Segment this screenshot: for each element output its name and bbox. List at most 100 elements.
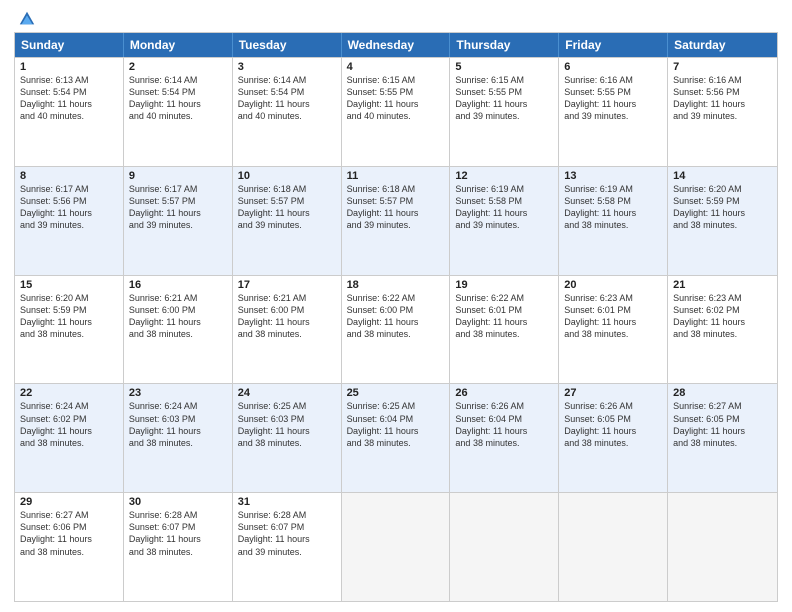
calendar-row: 15Sunrise: 6:20 AM Sunset: 5:59 PM Dayli… <box>15 275 777 384</box>
day-number: 21 <box>673 279 772 291</box>
day-info: Sunrise: 6:20 AM Sunset: 5:59 PM Dayligh… <box>20 292 118 341</box>
calendar-row: 1Sunrise: 6:13 AM Sunset: 5:54 PM Daylig… <box>15 57 777 166</box>
day-info: Sunrise: 6:14 AM Sunset: 5:54 PM Dayligh… <box>129 74 227 123</box>
logo <box>14 10 36 24</box>
day-number: 23 <box>129 387 227 399</box>
day-info: Sunrise: 6:16 AM Sunset: 5:56 PM Dayligh… <box>673 74 772 123</box>
logo-icon <box>18 10 36 28</box>
calendar-cell: 19Sunrise: 6:22 AM Sunset: 6:01 PM Dayli… <box>450 276 559 384</box>
day-number: 2 <box>129 61 227 73</box>
day-info: Sunrise: 6:19 AM Sunset: 5:58 PM Dayligh… <box>455 183 553 232</box>
calendar-cell: 22Sunrise: 6:24 AM Sunset: 6:02 PM Dayli… <box>15 384 124 492</box>
header-day-sunday: Sunday <box>15 33 124 57</box>
calendar-cell-empty <box>342 493 451 601</box>
header-day-thursday: Thursday <box>450 33 559 57</box>
day-info: Sunrise: 6:27 AM Sunset: 6:06 PM Dayligh… <box>20 509 118 558</box>
calendar-cell: 31Sunrise: 6:28 AM Sunset: 6:07 PM Dayli… <box>233 493 342 601</box>
day-number: 8 <box>20 170 118 182</box>
day-info: Sunrise: 6:24 AM Sunset: 6:02 PM Dayligh… <box>20 400 118 449</box>
day-number: 4 <box>347 61 445 73</box>
day-info: Sunrise: 6:26 AM Sunset: 6:05 PM Dayligh… <box>564 400 662 449</box>
calendar-cell: 21Sunrise: 6:23 AM Sunset: 6:02 PM Dayli… <box>668 276 777 384</box>
day-info: Sunrise: 6:14 AM Sunset: 5:54 PM Dayligh… <box>238 74 336 123</box>
calendar-cell: 23Sunrise: 6:24 AM Sunset: 6:03 PM Dayli… <box>124 384 233 492</box>
day-number: 14 <box>673 170 772 182</box>
calendar-cell: 15Sunrise: 6:20 AM Sunset: 5:59 PM Dayli… <box>15 276 124 384</box>
day-number: 9 <box>129 170 227 182</box>
day-info: Sunrise: 6:19 AM Sunset: 5:58 PM Dayligh… <box>564 183 662 232</box>
calendar-cell: 28Sunrise: 6:27 AM Sunset: 6:05 PM Dayli… <box>668 384 777 492</box>
day-number: 26 <box>455 387 553 399</box>
header-day-saturday: Saturday <box>668 33 777 57</box>
day-info: Sunrise: 6:17 AM Sunset: 5:57 PM Dayligh… <box>129 183 227 232</box>
day-number: 17 <box>238 279 336 291</box>
calendar-cell: 6Sunrise: 6:16 AM Sunset: 5:55 PM Daylig… <box>559 58 668 166</box>
calendar-cell: 27Sunrise: 6:26 AM Sunset: 6:05 PM Dayli… <box>559 384 668 492</box>
day-number: 29 <box>20 496 118 508</box>
day-info: Sunrise: 6:15 AM Sunset: 5:55 PM Dayligh… <box>347 74 445 123</box>
calendar: SundayMondayTuesdayWednesdayThursdayFrid… <box>14 32 778 602</box>
calendar-cell: 17Sunrise: 6:21 AM Sunset: 6:00 PM Dayli… <box>233 276 342 384</box>
day-info: Sunrise: 6:27 AM Sunset: 6:05 PM Dayligh… <box>673 400 772 449</box>
day-number: 13 <box>564 170 662 182</box>
calendar-cell: 18Sunrise: 6:22 AM Sunset: 6:00 PM Dayli… <box>342 276 451 384</box>
day-number: 1 <box>20 61 118 73</box>
header-day-wednesday: Wednesday <box>342 33 451 57</box>
day-info: Sunrise: 6:28 AM Sunset: 6:07 PM Dayligh… <box>129 509 227 558</box>
calendar-row: 29Sunrise: 6:27 AM Sunset: 6:06 PM Dayli… <box>15 492 777 601</box>
day-number: 3 <box>238 61 336 73</box>
calendar-cell: 1Sunrise: 6:13 AM Sunset: 5:54 PM Daylig… <box>15 58 124 166</box>
calendar-cell: 30Sunrise: 6:28 AM Sunset: 6:07 PM Dayli… <box>124 493 233 601</box>
calendar-cell: 10Sunrise: 6:18 AM Sunset: 5:57 PM Dayli… <box>233 167 342 275</box>
day-info: Sunrise: 6:23 AM Sunset: 6:02 PM Dayligh… <box>673 292 772 341</box>
calendar-cell: 7Sunrise: 6:16 AM Sunset: 5:56 PM Daylig… <box>668 58 777 166</box>
day-info: Sunrise: 6:22 AM Sunset: 6:00 PM Dayligh… <box>347 292 445 341</box>
day-info: Sunrise: 6:23 AM Sunset: 6:01 PM Dayligh… <box>564 292 662 341</box>
calendar-cell: 16Sunrise: 6:21 AM Sunset: 6:00 PM Dayli… <box>124 276 233 384</box>
day-number: 30 <box>129 496 227 508</box>
day-info: Sunrise: 6:13 AM Sunset: 5:54 PM Dayligh… <box>20 74 118 123</box>
header-day-monday: Monday <box>124 33 233 57</box>
calendar-cell: 12Sunrise: 6:19 AM Sunset: 5:58 PM Dayli… <box>450 167 559 275</box>
calendar-cell: 25Sunrise: 6:25 AM Sunset: 6:04 PM Dayli… <box>342 384 451 492</box>
day-info: Sunrise: 6:26 AM Sunset: 6:04 PM Dayligh… <box>455 400 553 449</box>
day-number: 24 <box>238 387 336 399</box>
day-info: Sunrise: 6:28 AM Sunset: 6:07 PM Dayligh… <box>238 509 336 558</box>
header-day-tuesday: Tuesday <box>233 33 342 57</box>
day-number: 18 <box>347 279 445 291</box>
calendar-cell: 11Sunrise: 6:18 AM Sunset: 5:57 PM Dayli… <box>342 167 451 275</box>
day-info: Sunrise: 6:24 AM Sunset: 6:03 PM Dayligh… <box>129 400 227 449</box>
day-number: 16 <box>129 279 227 291</box>
day-info: Sunrise: 6:18 AM Sunset: 5:57 PM Dayligh… <box>347 183 445 232</box>
day-info: Sunrise: 6:16 AM Sunset: 5:55 PM Dayligh… <box>564 74 662 123</box>
calendar-row: 22Sunrise: 6:24 AM Sunset: 6:02 PM Dayli… <box>15 383 777 492</box>
calendar-cell: 8Sunrise: 6:17 AM Sunset: 5:56 PM Daylig… <box>15 167 124 275</box>
day-number: 19 <box>455 279 553 291</box>
calendar-cell: 14Sunrise: 6:20 AM Sunset: 5:59 PM Dayli… <box>668 167 777 275</box>
calendar-cell: 3Sunrise: 6:14 AM Sunset: 5:54 PM Daylig… <box>233 58 342 166</box>
calendar-cell-empty <box>450 493 559 601</box>
day-number: 25 <box>347 387 445 399</box>
day-info: Sunrise: 6:25 AM Sunset: 6:03 PM Dayligh… <box>238 400 336 449</box>
calendar-cell: 24Sunrise: 6:25 AM Sunset: 6:03 PM Dayli… <box>233 384 342 492</box>
day-number: 5 <box>455 61 553 73</box>
day-number: 6 <box>564 61 662 73</box>
day-number: 31 <box>238 496 336 508</box>
day-number: 7 <box>673 61 772 73</box>
day-number: 20 <box>564 279 662 291</box>
day-number: 15 <box>20 279 118 291</box>
page-container: SundayMondayTuesdayWednesdayThursdayFrid… <box>0 0 792 612</box>
calendar-cell: 26Sunrise: 6:26 AM Sunset: 6:04 PM Dayli… <box>450 384 559 492</box>
header-day-friday: Friday <box>559 33 668 57</box>
day-info: Sunrise: 6:25 AM Sunset: 6:04 PM Dayligh… <box>347 400 445 449</box>
calendar-cell: 4Sunrise: 6:15 AM Sunset: 5:55 PM Daylig… <box>342 58 451 166</box>
calendar-cell: 2Sunrise: 6:14 AM Sunset: 5:54 PM Daylig… <box>124 58 233 166</box>
day-info: Sunrise: 6:20 AM Sunset: 5:59 PM Dayligh… <box>673 183 772 232</box>
day-info: Sunrise: 6:15 AM Sunset: 5:55 PM Dayligh… <box>455 74 553 123</box>
day-number: 28 <box>673 387 772 399</box>
calendar-cell: 20Sunrise: 6:23 AM Sunset: 6:01 PM Dayli… <box>559 276 668 384</box>
day-number: 10 <box>238 170 336 182</box>
day-info: Sunrise: 6:21 AM Sunset: 6:00 PM Dayligh… <box>129 292 227 341</box>
calendar-body: 1Sunrise: 6:13 AM Sunset: 5:54 PM Daylig… <box>15 57 777 601</box>
day-info: Sunrise: 6:21 AM Sunset: 6:00 PM Dayligh… <box>238 292 336 341</box>
